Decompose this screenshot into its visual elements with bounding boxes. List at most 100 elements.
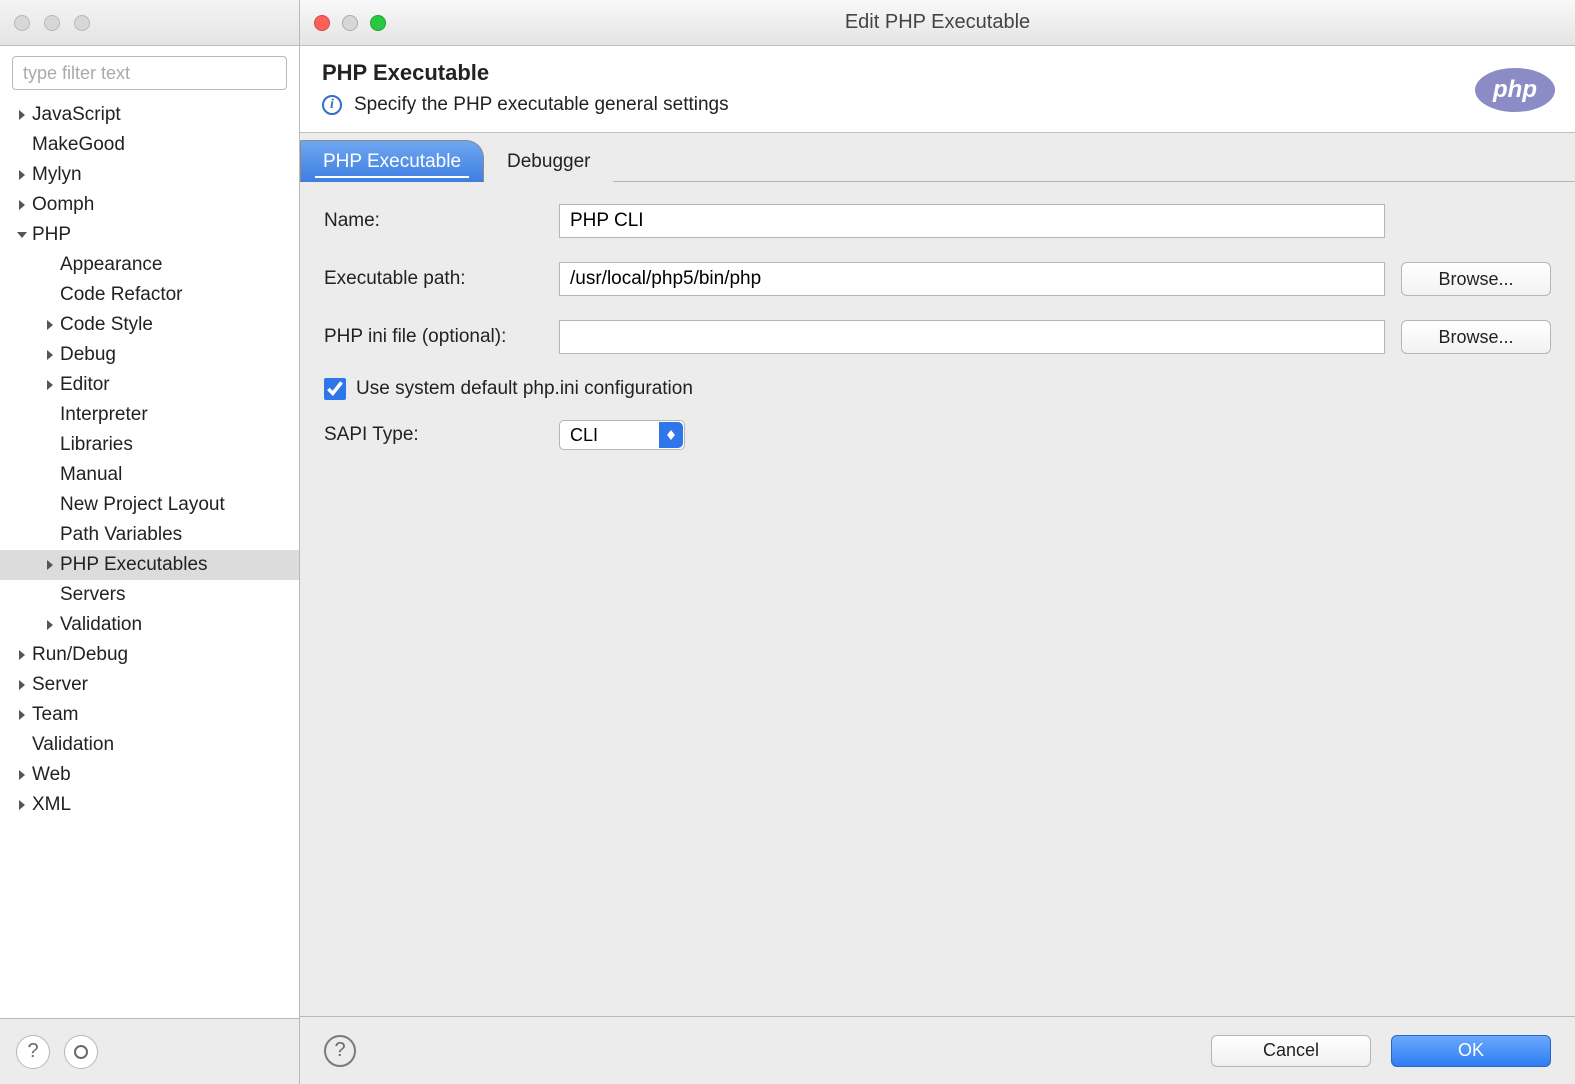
- chevron-right-icon[interactable]: [14, 107, 30, 123]
- tree-item[interactable]: MakeGood: [0, 130, 299, 160]
- twisty-spacer: [42, 467, 58, 483]
- sapi-select[interactable]: CLI: [559, 420, 685, 450]
- chevron-right-icon[interactable]: [14, 707, 30, 723]
- tree-item-label: Code Refactor: [58, 284, 183, 306]
- default-ini-label[interactable]: Use system default php.ini configuration: [356, 378, 693, 400]
- dialog-footer: ? Cancel OK: [300, 1016, 1575, 1084]
- header-title: PHP Executable: [322, 60, 1553, 86]
- dialog-window-controls: [314, 15, 386, 31]
- name-input[interactable]: [559, 204, 1385, 238]
- help-button[interactable]: ?: [16, 1035, 50, 1069]
- tree-item-label: Run/Debug: [30, 644, 128, 666]
- tree-item-label: XML: [30, 794, 71, 816]
- twisty-spacer: [42, 497, 58, 513]
- cancel-button[interactable]: Cancel: [1211, 1035, 1371, 1067]
- window-zoom-icon[interactable]: [370, 15, 386, 31]
- tree-item[interactable]: Server: [0, 670, 299, 700]
- twisty-spacer: [42, 257, 58, 273]
- row-ini-file: PHP ini file (optional): Browse...: [324, 320, 1551, 354]
- default-ini-checkbox[interactable]: [324, 378, 346, 400]
- prefs-filter-row: [0, 46, 299, 100]
- tree-item[interactable]: Path Variables: [0, 520, 299, 550]
- browse-exec-button[interactable]: Browse...: [1401, 262, 1551, 296]
- chevron-right-icon[interactable]: [42, 617, 58, 633]
- tree-item[interactable]: Servers: [0, 580, 299, 610]
- edit-php-exec-dialog: Edit PHP Executable PHP Executable i Spe…: [300, 0, 1575, 1084]
- tree-item-label: Manual: [58, 464, 122, 486]
- tree-item[interactable]: Code Refactor: [0, 280, 299, 310]
- chevron-right-icon[interactable]: [42, 347, 58, 363]
- twisty-spacer: [42, 527, 58, 543]
- tab-label: Debugger: [507, 151, 590, 173]
- tree-item[interactable]: New Project Layout: [0, 490, 299, 520]
- ok-button[interactable]: OK: [1391, 1035, 1551, 1067]
- chevron-right-icon[interactable]: [14, 647, 30, 663]
- window-minimize-icon: [44, 15, 60, 31]
- tree-item[interactable]: XML: [0, 790, 299, 820]
- tree-item-label: Debug: [58, 344, 116, 366]
- tree-item-label: Mylyn: [30, 164, 82, 186]
- window-minimize-icon: [342, 15, 358, 31]
- tab-php-executable[interactable]: PHP Executable: [300, 140, 484, 182]
- tree-item[interactable]: Code Style: [0, 310, 299, 340]
- window-close-icon[interactable]: [14, 15, 30, 31]
- browse-ini-button[interactable]: Browse...: [1401, 320, 1551, 354]
- tree-item[interactable]: Appearance: [0, 250, 299, 280]
- chevron-right-icon[interactable]: [42, 377, 58, 393]
- prefs-filter-input[interactable]: [12, 56, 287, 90]
- tree-item[interactable]: Oomph: [0, 190, 299, 220]
- chevron-right-icon[interactable]: [14, 167, 30, 183]
- tree-item-label: Validation: [58, 614, 142, 636]
- prefs-tree-wrap: JavaScript MakeGood Mylyn Oomph PHP Appearanc…: [0, 46, 299, 1018]
- help-icon: ?: [27, 1040, 38, 1063]
- chevron-right-icon[interactable]: [42, 317, 58, 333]
- sapi-select-wrap: CLI: [559, 420, 685, 450]
- tab-bar: PHP Executable Debugger: [300, 133, 1575, 182]
- chevron-right-icon[interactable]: [14, 797, 30, 813]
- tree-item-label: PHP: [30, 224, 71, 246]
- tab-debugger[interactable]: Debugger: [484, 140, 613, 182]
- tree-item[interactable]: Validation: [0, 610, 299, 640]
- tree-item-label: PHP Executables: [58, 554, 208, 576]
- tree-item[interactable]: JavaScript: [0, 100, 299, 130]
- tree-item-label: Editor: [58, 374, 110, 396]
- tree-item-label: JavaScript: [30, 104, 121, 126]
- row-exec-path: Executable path: Browse...: [324, 262, 1551, 296]
- tree-item-label: Code Style: [58, 314, 153, 336]
- import-export-button[interactable]: [64, 1035, 98, 1069]
- tree-item-label: Appearance: [58, 254, 162, 276]
- dialog-title: Edit PHP Executable: [300, 11, 1575, 34]
- help-button[interactable]: ?: [324, 1035, 356, 1067]
- exec-path-input[interactable]: [559, 262, 1385, 296]
- tree-item[interactable]: Editor: [0, 370, 299, 400]
- window-close-icon[interactable]: [314, 15, 330, 31]
- twisty-spacer: [14, 137, 30, 153]
- twisty-spacer: [42, 287, 58, 303]
- preferences-panel: JavaScript MakeGood Mylyn Oomph PHP Appearanc…: [0, 0, 300, 1084]
- tree-item[interactable]: PHP: [0, 220, 299, 250]
- ini-file-input[interactable]: [559, 320, 1385, 354]
- prefs-tree[interactable]: JavaScript MakeGood Mylyn Oomph PHP Appearanc…: [0, 100, 299, 1018]
- tree-item[interactable]: Debug: [0, 340, 299, 370]
- chevron-right-icon[interactable]: [14, 677, 30, 693]
- chevron-right-icon[interactable]: [14, 197, 30, 213]
- chevron-right-icon[interactable]: [42, 557, 58, 573]
- name-label: Name:: [324, 210, 559, 232]
- tree-item[interactable]: Interpreter: [0, 400, 299, 430]
- tree-item[interactable]: Manual: [0, 460, 299, 490]
- chevron-right-icon[interactable]: [14, 767, 30, 783]
- tree-item[interactable]: Run/Debug: [0, 640, 299, 670]
- php-logo-icon: php: [1475, 68, 1555, 112]
- chevron-down-icon[interactable]: [14, 227, 30, 243]
- tree-item-label: Team: [30, 704, 78, 726]
- tree-item[interactable]: Team: [0, 700, 299, 730]
- twisty-spacer: [14, 737, 30, 753]
- twisty-spacer: [42, 407, 58, 423]
- prefs-footer: ?: [0, 1018, 299, 1084]
- twisty-spacer: [42, 587, 58, 603]
- tree-item[interactable]: Libraries: [0, 430, 299, 460]
- tree-item[interactable]: Validation: [0, 730, 299, 760]
- tree-item[interactable]: Mylyn: [0, 160, 299, 190]
- tree-item[interactable]: PHP Executables: [0, 550, 299, 580]
- tree-item[interactable]: Web: [0, 760, 299, 790]
